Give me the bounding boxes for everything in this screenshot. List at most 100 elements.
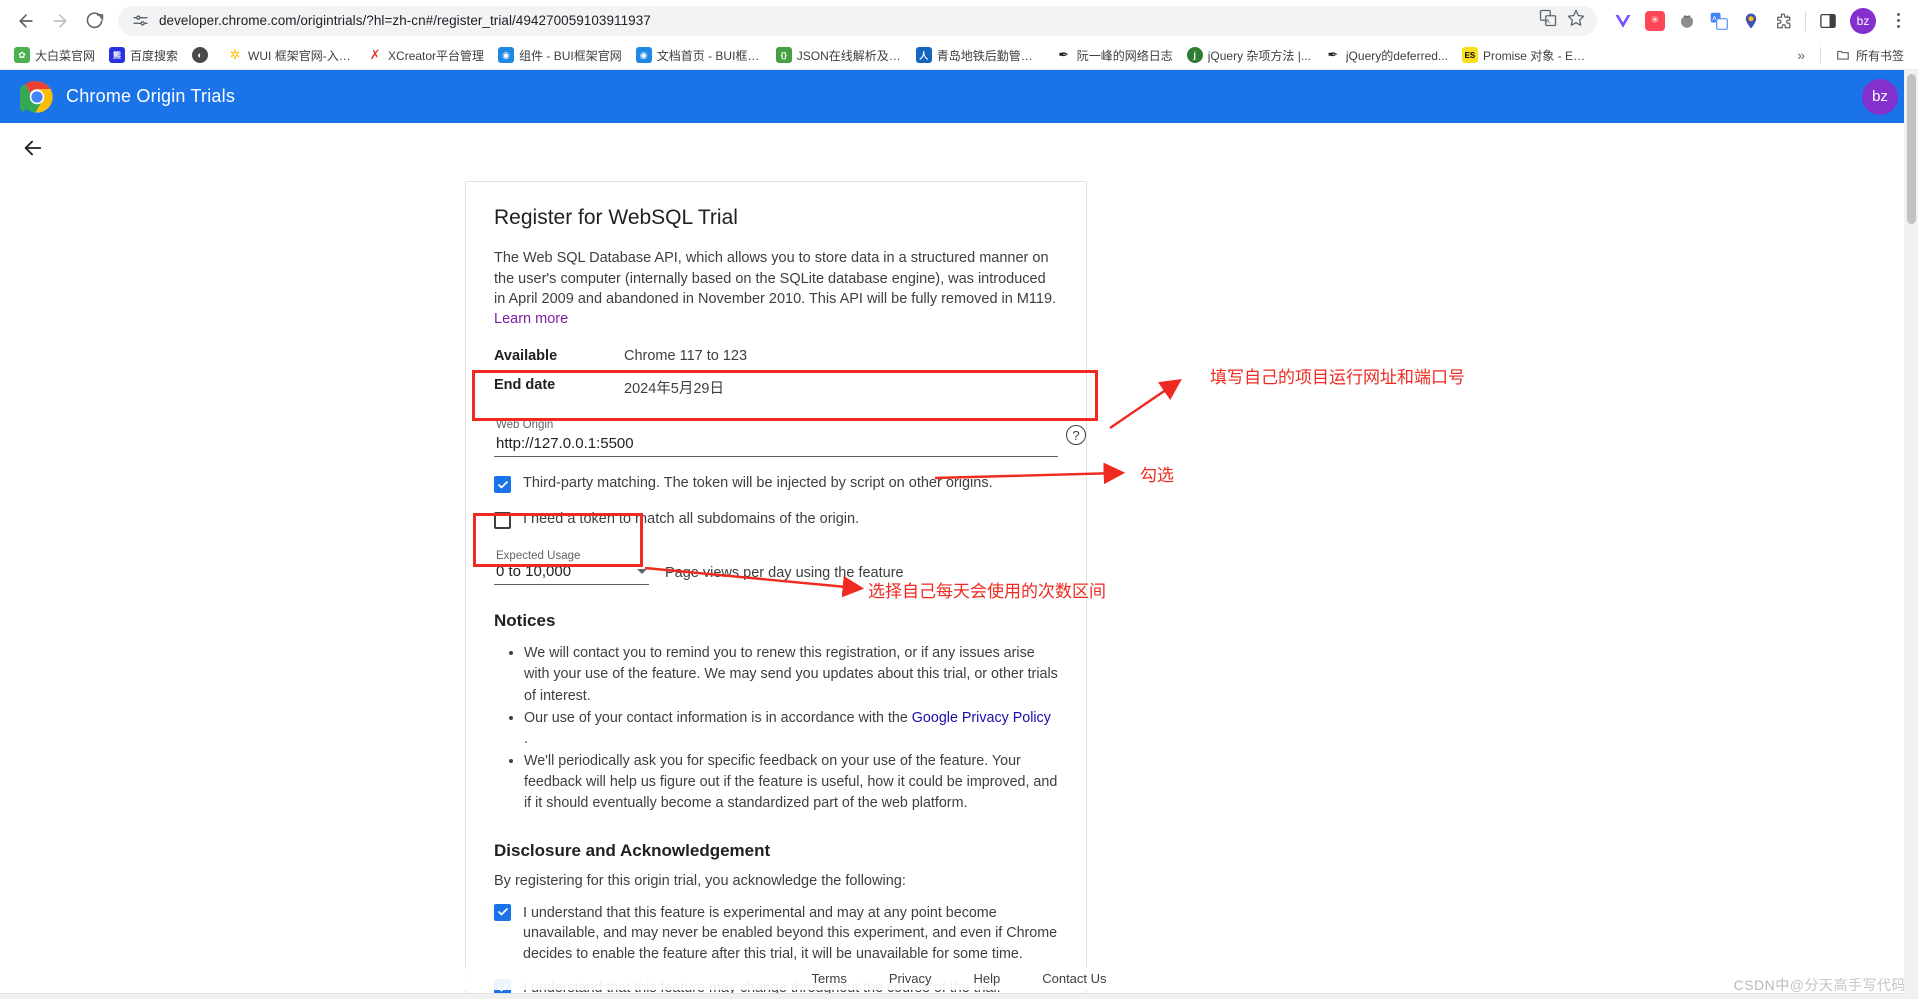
bookmark-item[interactable]: ✒jQuery的deferred... bbox=[1319, 44, 1454, 67]
meta-row-end-date: End date 2024年5月29日 bbox=[494, 377, 1058, 398]
page-title: Chrome Origin Trials bbox=[66, 86, 235, 107]
bookmarks-divider bbox=[1820, 47, 1821, 63]
vue-devtools-extension-icon[interactable] bbox=[1613, 11, 1633, 31]
meta-row-available: Available Chrome 117 to 123 bbox=[494, 348, 1058, 364]
scrollbar-thumb[interactable] bbox=[1907, 74, 1916, 224]
notices-heading: Notices bbox=[494, 611, 1058, 631]
bookmark-label: WUI 框架官网-入门... bbox=[248, 47, 353, 64]
translate-icon[interactable]: A bbox=[1539, 9, 1557, 32]
subdomain-matching-row[interactable]: I need a token to match all subdomains o… bbox=[494, 511, 1058, 529]
favicon-icon: ◐ bbox=[192, 47, 208, 63]
reload-icon[interactable] bbox=[78, 5, 110, 37]
subdomain-matching-checkbox[interactable] bbox=[494, 512, 511, 529]
bookmark-label: 文档首页 - BUI框架... bbox=[657, 47, 762, 64]
svg-text:A: A bbox=[1712, 15, 1717, 22]
back-arrow-icon[interactable] bbox=[10, 5, 42, 37]
arrow-web-origin bbox=[1110, 383, 1176, 428]
bookmark-label: 大白菜官网 bbox=[35, 47, 95, 64]
disclosure-heading: Disclosure and Acknowledgement bbox=[494, 841, 1058, 861]
page-scrollbar[interactable] bbox=[1904, 70, 1918, 999]
annotation-checkbox: 勾选 bbox=[1140, 461, 1174, 486]
web-origin-input[interactable]: http://127.0.0.1:5500 bbox=[496, 433, 1056, 452]
tune-icon[interactable] bbox=[132, 12, 149, 29]
three-dot-menu-icon[interactable] bbox=[1888, 13, 1908, 28]
all-bookmarks-label: 所有书签 bbox=[1856, 47, 1904, 64]
page-back-row bbox=[0, 123, 1918, 173]
favicon-icon: {} bbox=[776, 47, 792, 63]
bookmark-item[interactable]: ✒ 阮一峰的网络日志 bbox=[1050, 44, 1179, 67]
watermark-prefix: CSDN bbox=[1734, 977, 1776, 993]
available-label: Available bbox=[494, 348, 624, 364]
bookmarks-overflow-button[interactable]: » bbox=[1790, 45, 1812, 65]
expected-usage-select[interactable]: Expected Usage 0 to 10,000 bbox=[494, 545, 649, 585]
site-avatar[interactable]: bz bbox=[1862, 79, 1898, 115]
third-party-matching-row[interactable]: Third-party matching. The token will be … bbox=[494, 475, 1058, 493]
bookmark-item[interactable]: ◐ bbox=[186, 44, 219, 66]
footer-link-terms[interactable]: Terms bbox=[811, 971, 846, 986]
bookmark-item[interactable]: ◉ 组件 - BUI框架官网 bbox=[492, 44, 628, 67]
chevron-down-icon[interactable] bbox=[637, 569, 647, 574]
navigation-toolbar: developer.chrome.com/origintrials/?hl=zh… bbox=[0, 0, 1918, 41]
csdn-watermark: CSDN中@分天高手写代码 bbox=[1734, 975, 1906, 995]
footer-link-contact-us[interactable]: Contact Us bbox=[1042, 971, 1106, 986]
forward-arrow-icon[interactable] bbox=[44, 5, 76, 37]
favicon-icon: ✿ bbox=[14, 47, 30, 63]
bookmark-label: 组件 - BUI框架官网 bbox=[519, 47, 622, 64]
subdomain-matching-label: I need a token to match all subdomains o… bbox=[523, 511, 859, 527]
favicon-icon: ◉ bbox=[498, 47, 514, 63]
google-translate-extension-icon[interactable]: A bbox=[1709, 11, 1729, 31]
web-origin-field[interactable]: Web Origin http://127.0.0.1:5500 bbox=[494, 411, 1058, 457]
omnibox[interactable]: developer.chrome.com/origintrials/?hl=zh… bbox=[118, 6, 1597, 36]
third-party-matching-label: Third-party matching. The token will be … bbox=[523, 475, 993, 491]
bookmark-item[interactable]: ◉ 文档首页 - BUI框架... bbox=[630, 44, 768, 67]
google-privacy-policy-link[interactable]: Google Privacy Policy bbox=[912, 710, 1051, 726]
end-date-value: 2024年5月29日 bbox=[624, 377, 724, 398]
form-title: Register for WebSQL Trial bbox=[494, 206, 1058, 230]
acknowledgement-row[interactable]: I understand that this feature is experi… bbox=[494, 903, 1058, 966]
site-brand[interactable]: Chrome Origin Trials bbox=[20, 80, 235, 114]
bookmark-label: 阮一峰的网络日志 bbox=[1077, 47, 1173, 64]
favicon-icon: ◉ bbox=[636, 47, 652, 63]
star-icon[interactable] bbox=[1567, 9, 1585, 32]
bookmarks-bar: ✿ 大白菜官网 熊百度搜索 ◐ ✲ WUI 框架官网-入门... ✗XCreator… bbox=[0, 41, 1918, 69]
favicon-icon: ✒ bbox=[1056, 47, 1072, 63]
learn-more-link[interactable]: Learn more bbox=[494, 311, 568, 327]
bookmark-label: Promise 对象 - EC... bbox=[1483, 47, 1588, 64]
gray-tomato-extension-icon[interactable] bbox=[1677, 11, 1697, 31]
favicon-icon: ES bbox=[1462, 47, 1478, 63]
notices-list: We will contact you to remind you to ren… bbox=[494, 643, 1058, 814]
help-circle-icon[interactable]: ? bbox=[1066, 425, 1086, 445]
web-origin-label: Web Origin bbox=[496, 417, 1056, 433]
footer-link-privacy[interactable]: Privacy bbox=[889, 971, 932, 986]
bookmark-item[interactable]: ✗XCreator平台管理 bbox=[361, 44, 490, 67]
folder-icon bbox=[1835, 47, 1851, 63]
favicon-icon: j bbox=[1187, 47, 1203, 63]
puzzle-extensions-icon[interactable] bbox=[1773, 11, 1793, 31]
page-bottom-strip bbox=[0, 993, 1918, 999]
web-origin-field-wrap: Web Origin http://127.0.0.1:5500 ? bbox=[494, 411, 1058, 457]
side-panel-icon[interactable] bbox=[1818, 11, 1838, 31]
favicon-icon: ✲ bbox=[227, 47, 243, 63]
toolbar-divider bbox=[1805, 11, 1806, 31]
bookmark-item[interactable]: ✲ WUI 框架官网-入门... bbox=[221, 44, 359, 67]
red-grid-extension-icon[interactable]: ✳ bbox=[1645, 11, 1665, 31]
address-bar-url[interactable]: developer.chrome.com/origintrials/?hl=zh… bbox=[159, 13, 1539, 28]
bookmark-item[interactable]: ES Promise 对象 - EC... bbox=[1456, 44, 1594, 67]
bookmark-item[interactable]: {}JSON在线解析及格... bbox=[770, 44, 908, 67]
location-pin-extension-icon[interactable] bbox=[1741, 11, 1761, 31]
favicon-icon: 熊 bbox=[109, 47, 125, 63]
favicon-icon: 人 bbox=[916, 47, 932, 63]
bookmark-item[interactable]: 熊百度搜索 bbox=[103, 44, 184, 67]
acknowledgement-checkbox[interactable] bbox=[494, 904, 511, 921]
bookmark-item[interactable]: ✿ 大白菜官网 bbox=[8, 44, 101, 67]
page-back-arrow-icon[interactable] bbox=[18, 133, 48, 163]
third-party-matching-checkbox[interactable] bbox=[494, 476, 511, 493]
bookmark-item[interactable]: jjQuery 杂项方法 |... bbox=[1181, 44, 1317, 67]
footer-link-help[interactable]: Help bbox=[973, 971, 1000, 986]
content-area: Register for WebSQL Trial The Web SQL Da… bbox=[0, 173, 1918, 999]
profile-avatar[interactable]: bz bbox=[1850, 8, 1876, 34]
favicon-icon: ✗ bbox=[367, 47, 383, 63]
watermark-handle: @分天高手写代码 bbox=[1790, 977, 1906, 993]
bookmark-item[interactable]: 人青岛地铁后勤管理... bbox=[910, 44, 1048, 67]
all-bookmarks-button[interactable]: 所有书签 bbox=[1829, 44, 1910, 67]
